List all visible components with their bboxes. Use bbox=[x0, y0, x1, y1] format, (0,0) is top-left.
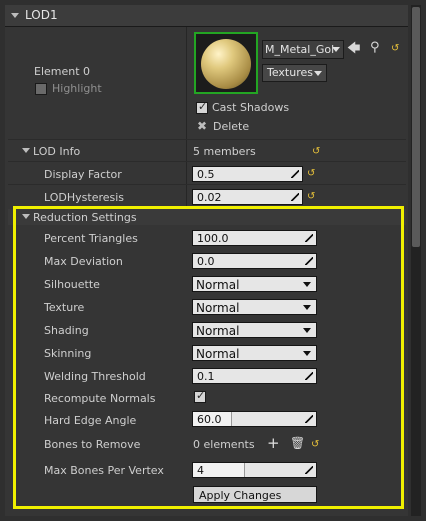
textures-label: Textures bbox=[267, 66, 313, 79]
chevron-down-icon bbox=[303, 328, 311, 333]
max-bones-per-vertex-label: Max Bones Per Vertex bbox=[44, 464, 164, 477]
reset-to-default-icon[interactable]: ↺ bbox=[312, 146, 320, 157]
reduction-settings-label: Reduction Settings bbox=[33, 211, 137, 224]
resize-grip-icon bbox=[291, 170, 299, 178]
reset-to-default-icon[interactable]: ↺ bbox=[391, 43, 399, 54]
texture-value: Normal bbox=[196, 301, 240, 315]
chevron-down-icon bbox=[303, 351, 311, 356]
delete-icon[interactable]: ✖ bbox=[197, 119, 207, 133]
resize-grip-icon bbox=[305, 415, 313, 423]
lod-hysteresis-label: LODHysteresis bbox=[44, 191, 125, 204]
collapse-arrow-icon[interactable] bbox=[22, 214, 30, 219]
hard-edge-angle-value: 60.0 bbox=[197, 413, 222, 426]
skinning-value: Normal bbox=[196, 347, 240, 361]
element-label: Element 0 bbox=[34, 65, 91, 78]
welding-threshold-input[interactable]: 0.1 bbox=[192, 368, 317, 384]
shading-select[interactable]: Normal bbox=[192, 322, 317, 338]
material-combo[interactable]: M_Metal_Gol bbox=[262, 40, 344, 59]
chevron-down-icon bbox=[332, 47, 340, 52]
details-panel: LOD1 Element 0 Highlight M_Metal_Gol 🡄 ⚲… bbox=[0, 0, 426, 521]
apply-changes-button[interactable]: Apply Changes bbox=[193, 486, 317, 503]
row-divider bbox=[8, 184, 406, 185]
silhouette-label: Silhouette bbox=[44, 278, 100, 291]
silhouette-select[interactable]: Normal bbox=[192, 276, 317, 292]
apply-changes-label: Apply Changes bbox=[199, 489, 282, 502]
material-thumbnail[interactable] bbox=[194, 32, 258, 94]
display-factor-value: 0.5 bbox=[197, 168, 215, 181]
row-divider bbox=[8, 139, 406, 140]
lod-info-members: 5 members bbox=[193, 145, 256, 158]
lod-hysteresis-value: 0.02 bbox=[197, 191, 222, 204]
reset-to-default-icon[interactable]: ↺ bbox=[307, 168, 315, 179]
collapse-arrow-icon[interactable] bbox=[11, 13, 19, 18]
collapse-arrow-icon[interactable] bbox=[22, 148, 30, 153]
material-sphere-icon bbox=[201, 39, 251, 89]
percent-triangles-input[interactable]: 100.0 bbox=[192, 230, 317, 246]
scrollbar-thumb[interactable] bbox=[412, 7, 420, 247]
skinning-select[interactable]: Normal bbox=[192, 345, 317, 361]
reset-to-default-icon[interactable]: ↺ bbox=[311, 439, 319, 450]
bones-to-remove-label: Bones to Remove bbox=[44, 438, 141, 451]
lod-category-header[interactable]: LOD1 bbox=[5, 5, 408, 27]
silhouette-value: Normal bbox=[196, 278, 240, 292]
shading-value: Normal bbox=[196, 324, 240, 338]
column-divider[interactable] bbox=[186, 27, 187, 207]
chevron-down-icon bbox=[303, 305, 311, 310]
add-element-icon[interactable]: + bbox=[267, 436, 280, 451]
resize-grip-icon bbox=[305, 466, 313, 474]
display-factor-label: Display Factor bbox=[44, 168, 122, 181]
display-factor-input[interactable]: 0.5 bbox=[192, 166, 303, 182]
welding-threshold-label: Welding Threshold bbox=[44, 370, 146, 383]
chevron-down-icon bbox=[303, 282, 311, 287]
percent-triangles-label: Percent Triangles bbox=[44, 232, 138, 245]
resize-grip-icon bbox=[305, 234, 313, 242]
highlight-checkbox[interactable] bbox=[35, 83, 47, 95]
delete-button[interactable]: Delete bbox=[213, 120, 249, 133]
cast-shadows-label: Cast Shadows bbox=[212, 101, 290, 114]
highlight-label: Highlight bbox=[52, 82, 102, 95]
welding-threshold-value: 0.1 bbox=[197, 370, 215, 383]
lod-hysteresis-input[interactable]: 0.02 bbox=[192, 189, 303, 205]
textures-dropdown[interactable]: Textures bbox=[262, 64, 327, 82]
shading-label: Shading bbox=[44, 324, 89, 337]
max-deviation-input[interactable]: 0.0 bbox=[192, 253, 317, 269]
hard-edge-angle-label: Hard Edge Angle bbox=[44, 414, 137, 427]
row-divider bbox=[8, 161, 406, 162]
max-bones-per-vertex-value: 4 bbox=[197, 464, 204, 477]
vertical-scrollbar[interactable] bbox=[411, 5, 421, 516]
resize-grip-icon bbox=[291, 193, 299, 201]
recompute-normals-label: Recompute Normals bbox=[44, 392, 156, 405]
max-deviation-value: 0.0 bbox=[197, 255, 215, 268]
max-deviation-label: Max Deviation bbox=[44, 255, 123, 268]
resize-grip-icon bbox=[305, 372, 313, 380]
resize-grip-icon bbox=[305, 257, 313, 265]
browse-search-icon[interactable]: ⚲ bbox=[370, 41, 380, 54]
recompute-normals-checkbox[interactable] bbox=[194, 389, 206, 403]
delete-all-trash-icon[interactable]: 🗑 bbox=[290, 437, 305, 450]
max-bones-per-vertex-slider[interactable]: 4 bbox=[192, 462, 317, 478]
texture-label: Texture bbox=[44, 301, 85, 314]
texture-select[interactable]: Normal bbox=[192, 299, 317, 315]
percent-triangles-value: 100.0 bbox=[197, 232, 229, 245]
hard-edge-angle-slider[interactable]: 60.0 bbox=[192, 411, 317, 427]
skinning-label: Skinning bbox=[44, 347, 92, 360]
cast-shadows-checkbox[interactable] bbox=[196, 100, 208, 114]
lod-info-label: LOD Info bbox=[33, 145, 81, 158]
material-name: M_Metal_Gol bbox=[265, 43, 335, 56]
bones-to-remove-count: 0 elements bbox=[193, 438, 255, 451]
lod-title: LOD1 bbox=[25, 8, 58, 22]
use-selected-arrow-icon[interactable]: 🡄 bbox=[347, 42, 360, 55]
reset-to-default-icon[interactable]: ↺ bbox=[307, 191, 315, 202]
chevron-down-icon bbox=[314, 71, 322, 76]
